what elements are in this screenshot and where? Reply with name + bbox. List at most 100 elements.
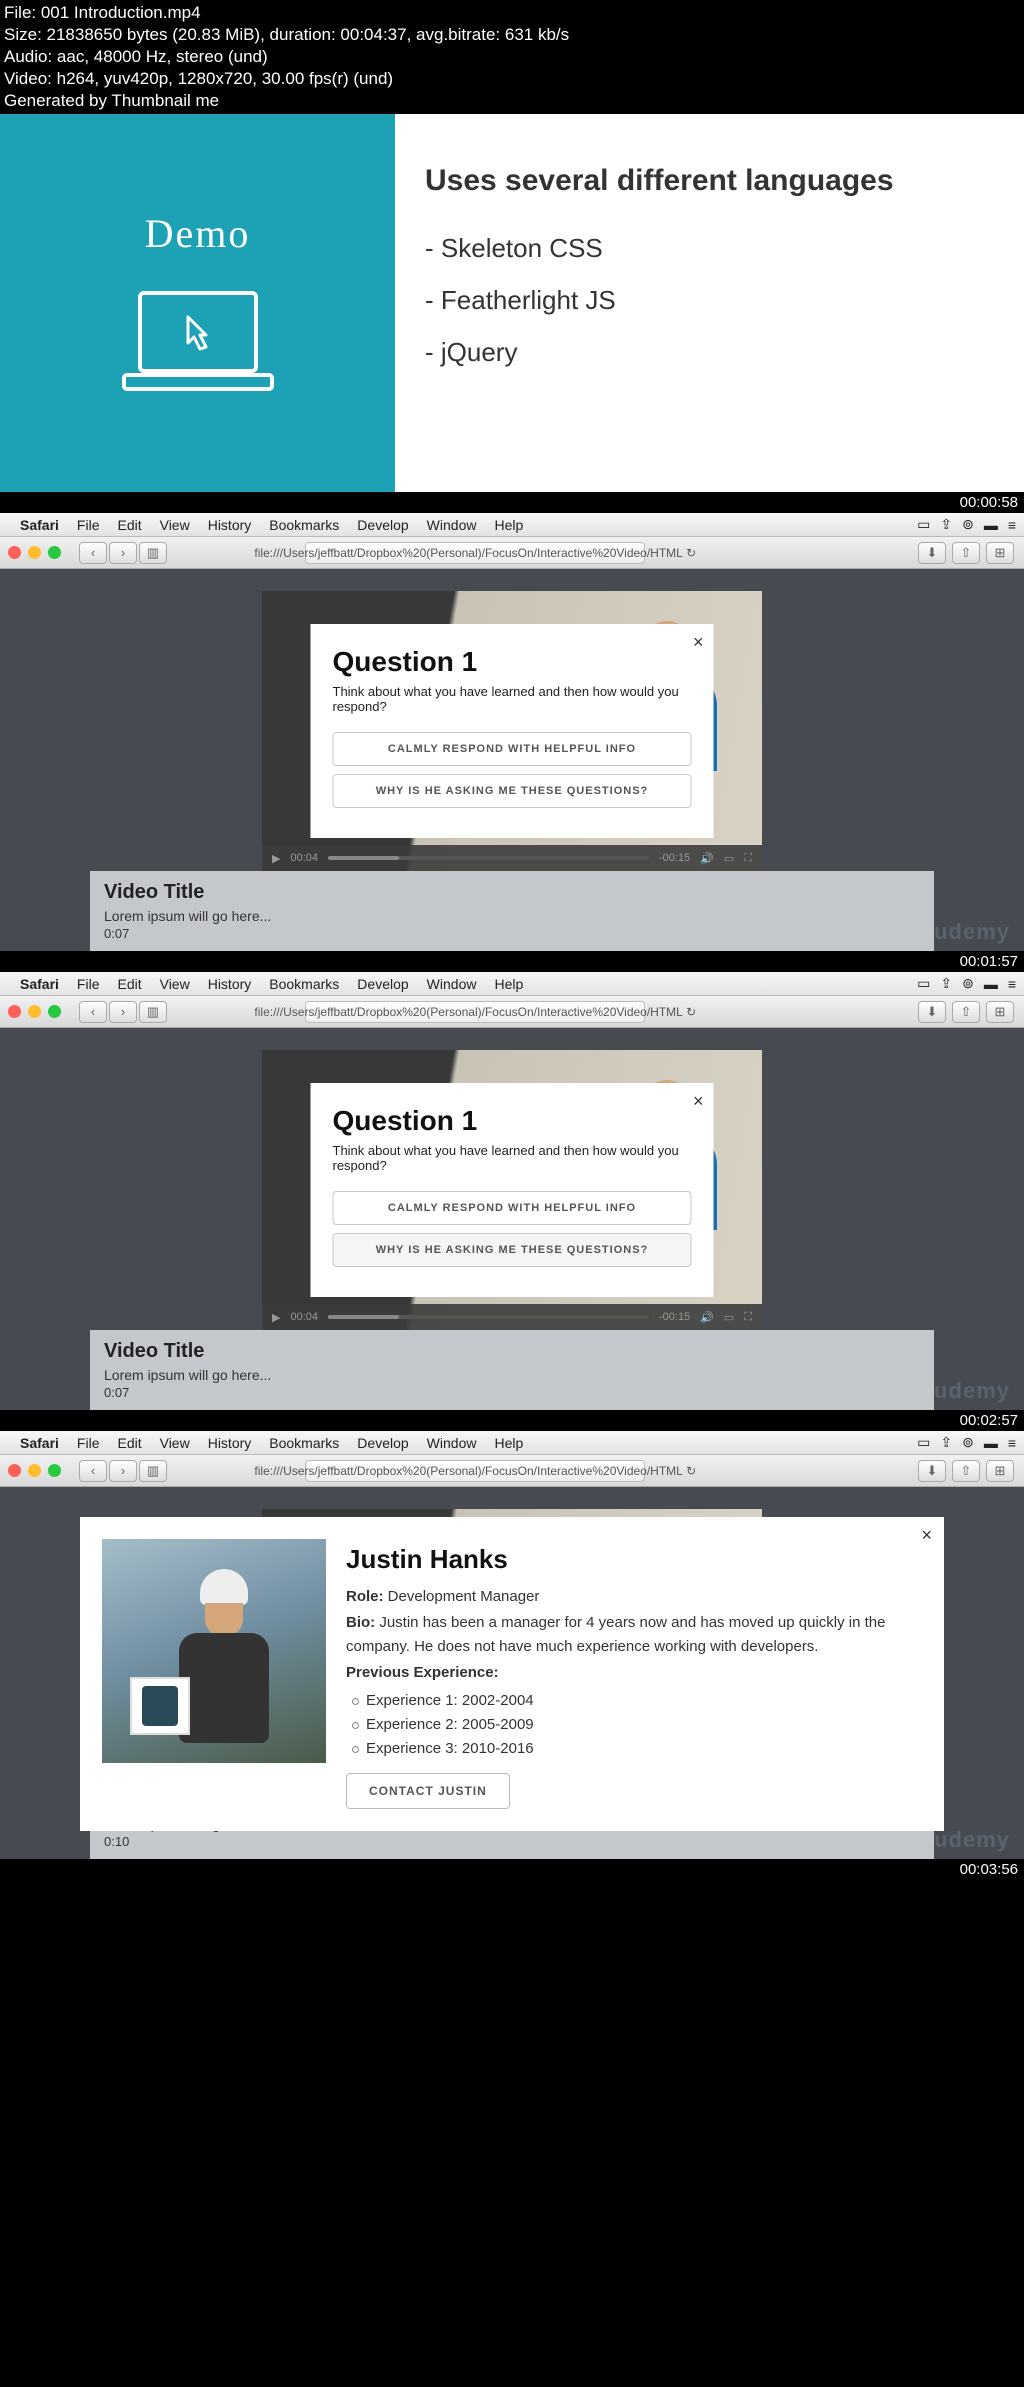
option-2-button[interactable]: WHY IS HE ASKING ME THESE QUESTIONS? [333, 1233, 692, 1267]
back-button[interactable]: ‹ [79, 1460, 107, 1482]
maximize-button[interactable] [48, 546, 61, 559]
menu-view[interactable]: View [160, 517, 190, 533]
menu-window[interactable]: Window [427, 517, 477, 533]
menu-help[interactable]: Help [494, 1435, 523, 1451]
download-button[interactable]: ⬇ [918, 1460, 946, 1482]
download-button[interactable]: ⬇ [918, 542, 946, 564]
option-1-button[interactable]: CALMLY RESPOND WITH HELPFUL INFO [333, 732, 692, 766]
screenshare-icon[interactable]: ▭ [917, 975, 930, 992]
dropbox-icon[interactable]: ⇪ [940, 1434, 952, 1451]
contact-button[interactable]: CONTACT JUSTIN [346, 1773, 510, 1809]
cc-icon[interactable]: ▭ [724, 1311, 734, 1324]
battery-icon[interactable]: ▬ [984, 517, 998, 533]
close-button[interactable] [8, 546, 21, 559]
progress-slider[interactable] [328, 856, 649, 860]
close-button[interactable] [8, 1464, 21, 1477]
sidebar-button[interactable]: ▥ [139, 542, 167, 564]
address-bar[interactable]: file:///Users/jeffbatt/Dropbox%20(Person… [305, 1001, 645, 1023]
fullscreen-icon[interactable]: ⛶ [744, 1311, 752, 1324]
menu-develop[interactable]: Develop [357, 1435, 408, 1451]
menu-bookmarks[interactable]: Bookmarks [269, 517, 339, 533]
screenshare-icon[interactable]: ▭ [917, 1434, 930, 1451]
menu-help[interactable]: Help [494, 517, 523, 533]
forward-button[interactable]: › [109, 1001, 137, 1023]
menu-file[interactable]: File [77, 976, 100, 992]
progress-slider[interactable] [328, 1315, 649, 1319]
remaining-time: -00:15 [659, 852, 690, 864]
menu-icon[interactable]: ≡ [1008, 1435, 1016, 1451]
screenshare-icon[interactable]: ▭ [917, 516, 930, 533]
wifi-icon[interactable]: ⊚ [962, 516, 974, 533]
address-bar[interactable]: file:///Users/jeffbatt/Dropbox%20(Person… [305, 1460, 645, 1482]
play-icon[interactable]: ▶ [272, 852, 280, 865]
wifi-icon[interactable]: ⊚ [962, 975, 974, 992]
video-player[interactable]: × Question 1 Think about what you have l… [262, 1050, 762, 1330]
menu-edit[interactable]: Edit [117, 1435, 141, 1451]
dropbox-icon[interactable]: ⇪ [940, 516, 952, 533]
battery-icon[interactable]: ▬ [984, 1435, 998, 1451]
close-icon[interactable]: × [693, 632, 704, 653]
tabs-button[interactable]: ⊞ [986, 1001, 1014, 1023]
close-button[interactable] [8, 1005, 21, 1018]
address-bar[interactable]: file:///Users/jeffbatt/Dropbox%20(Person… [305, 542, 645, 564]
volume-icon[interactable]: 🔊 [700, 852, 714, 865]
option-2-button[interactable]: WHY IS HE ASKING ME THESE QUESTIONS? [333, 774, 692, 808]
battery-icon[interactable]: ▬ [984, 976, 998, 992]
question-title: Question 1 [333, 1105, 692, 1137]
menu-develop[interactable]: Develop [357, 517, 408, 533]
share-button[interactable]: ⇧ [952, 1001, 980, 1023]
menu-view[interactable]: View [160, 1435, 190, 1451]
cc-icon[interactable]: ▭ [724, 852, 734, 865]
dropbox-icon[interactable]: ⇪ [940, 975, 952, 992]
menu-history[interactable]: History [208, 1435, 252, 1451]
close-icon[interactable]: × [921, 1525, 932, 1546]
menu-view[interactable]: View [160, 976, 190, 992]
fullscreen-icon[interactable]: ⛶ [744, 852, 752, 865]
file-audio: Audio: aac, 48000 Hz, stereo (und) [4, 46, 1020, 68]
option-1-button[interactable]: CALMLY RESPOND WITH HELPFUL INFO [333, 1191, 692, 1225]
video-time: 0:07 [104, 1385, 920, 1400]
back-button[interactable]: ‹ [79, 1001, 107, 1023]
close-icon[interactable]: × [693, 1091, 704, 1112]
tabs-button[interactable]: ⊞ [986, 542, 1014, 564]
menu-file[interactable]: File [77, 517, 100, 533]
share-button[interactable]: ⇧ [952, 542, 980, 564]
menu-icon[interactable]: ≡ [1008, 517, 1016, 533]
share-button[interactable]: ⇧ [952, 1460, 980, 1482]
menu-edit[interactable]: Edit [117, 976, 141, 992]
maximize-button[interactable] [48, 1464, 61, 1477]
video-title: Video Title [104, 881, 920, 904]
video-player[interactable]: × Question 1 Think about what you have l… [262, 591, 762, 871]
menu-bookmarks[interactable]: Bookmarks [269, 1435, 339, 1451]
sidebar-button[interactable]: ▥ [139, 1001, 167, 1023]
menu-file[interactable]: File [77, 1435, 100, 1451]
back-button[interactable]: ‹ [79, 542, 107, 564]
minimize-button[interactable] [28, 546, 41, 559]
app-name[interactable]: Safari [20, 517, 59, 533]
menu-history[interactable]: History [208, 976, 252, 992]
menu-bookmarks[interactable]: Bookmarks [269, 976, 339, 992]
tabs-button[interactable]: ⊞ [986, 1460, 1014, 1482]
play-icon[interactable]: ▶ [272, 1311, 280, 1324]
menu-help[interactable]: Help [494, 976, 523, 992]
menu-history[interactable]: History [208, 517, 252, 533]
sidebar-button[interactable]: ▥ [139, 1460, 167, 1482]
app-name[interactable]: Safari [20, 976, 59, 992]
menu-window[interactable]: Window [427, 976, 477, 992]
volume-icon[interactable]: 🔊 [700, 1311, 714, 1324]
menu-edit[interactable]: Edit [117, 517, 141, 533]
maximize-button[interactable] [48, 1005, 61, 1018]
minimize-button[interactable] [28, 1464, 41, 1477]
experience-item: Experience 1: 2002-2004 [346, 1689, 922, 1713]
forward-button[interactable]: › [109, 1460, 137, 1482]
wifi-icon[interactable]: ⊚ [962, 1434, 974, 1451]
profile-bio: Bio: Justin has been a manager for 4 yea… [346, 1611, 922, 1659]
menu-develop[interactable]: Develop [357, 976, 408, 992]
forward-button[interactable]: › [109, 542, 137, 564]
minimize-button[interactable] [28, 1005, 41, 1018]
demo-list-item: Featherlight JS [425, 274, 994, 326]
menu-window[interactable]: Window [427, 1435, 477, 1451]
download-button[interactable]: ⬇ [918, 1001, 946, 1023]
menu-icon[interactable]: ≡ [1008, 976, 1016, 992]
app-name[interactable]: Safari [20, 1435, 59, 1451]
